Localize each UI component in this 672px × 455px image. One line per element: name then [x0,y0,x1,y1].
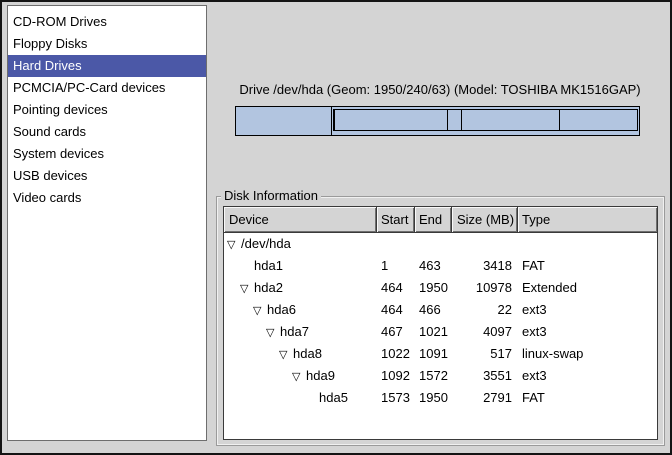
expander-open-icon[interactable]: ▽ [227,234,241,255]
sidebar-item-cd-rom-drives[interactable]: CD-ROM Drives [8,11,206,33]
sidebar-item-pcmcia-pc-card-devices[interactable]: PCMCIA/PC-Card devices [8,77,206,99]
sidebar-item-floppy-disks[interactable]: Floppy Disks [8,33,206,55]
partition-segment-hda1 [236,107,332,135]
start-value: 1022 [377,343,415,365]
device-name: /dev/hda [241,236,291,251]
partition-segment-hda8 [448,110,462,130]
partition-segment-hda2 [332,107,639,135]
type-value: linux-swap [518,343,657,365]
hardware-browser-window: CD-ROM DrivesFloppy DisksHard DrivesPCMC… [0,0,672,455]
type-value: ext3 [518,321,657,343]
expander-open-icon[interactable]: ▽ [266,322,280,343]
end-value: 466 [415,299,452,321]
table-row-hda2[interactable]: ▽hda2 464195010978Extended [224,277,657,299]
sidebar-item-video-cards[interactable]: Video cards [8,187,206,209]
device-name: hda5 [319,390,348,405]
table-row-hda9[interactable]: ▽hda9 109215723551ext3 [224,365,657,387]
size-value: 3418 [452,255,518,277]
sidebar-item-sound-cards[interactable]: Sound cards [8,121,206,143]
sidebar-item-pointing-devices[interactable]: Pointing devices [8,99,206,121]
partition-segment-hda9 [462,110,560,130]
disk-information-label: Disk Information [221,188,321,204]
end-value: 1021 [415,321,452,343]
table-header-row: Device Start End Size (MB) Type [224,207,657,233]
drive-title: Drive /dev/hda (Geom: 1950/240/63) (Mode… [237,82,643,97]
column-header-start[interactable]: Start [377,207,415,232]
size-value: 517 [452,343,518,365]
type-value: FAT [518,387,657,409]
table-row-hda8[interactable]: ▽hda8 10221091517linux-swap [224,343,657,365]
start-value: 464 [377,299,415,321]
partition-segment-hda7 [335,110,448,130]
start-value [377,233,415,255]
start-value: 467 [377,321,415,343]
expander-open-icon[interactable]: ▽ [292,366,306,387]
device-name: hda8 [293,346,322,361]
type-value [518,233,657,255]
size-value: 2791 [452,387,518,409]
end-value: 463 [415,255,452,277]
expander-open-icon[interactable]: ▽ [240,278,254,299]
column-header-end[interactable]: End [415,207,452,232]
start-value: 464 [377,277,415,299]
size-value [452,233,518,255]
table-row-dev-hda[interactable]: ▽/dev/hda [224,233,657,255]
column-header-type[interactable]: Type [518,207,657,232]
type-value: ext3 [518,365,657,387]
end-value: 1572 [415,365,452,387]
size-value: 10978 [452,277,518,299]
end-value: 1950 [415,277,452,299]
size-value: 22 [452,299,518,321]
end-value [415,233,452,255]
sidebar-item-system-devices[interactable]: System devices [8,143,206,165]
sidebar-item-usb-devices[interactable]: USB devices [8,165,206,187]
device-name: hda7 [280,324,309,339]
table-row-hda7[interactable]: ▽hda7 46710214097ext3 [224,321,657,343]
disk-information-groupbox: Disk Information Device Start End Size (… [216,196,665,446]
type-value: FAT [518,255,657,277]
expander-open-icon[interactable]: ▽ [279,344,293,365]
column-header-size[interactable]: Size (MB) [452,207,518,232]
device-category-list[interactable]: CD-ROM DrivesFloppy DisksHard DrivesPCMC… [7,5,207,441]
partition-segment-hda5 [560,110,637,130]
table-row-hda6[interactable]: ▽hda6 46446622ext3 [224,299,657,321]
start-value: 1573 [377,387,415,409]
end-value: 1950 [415,387,452,409]
table-row-hda1[interactable]: hda1 14633418FAT [224,255,657,277]
table-row-hda5[interactable]: hda5 157319502791FAT [224,387,657,409]
type-value: Extended [518,277,657,299]
device-name: hda6 [267,302,296,317]
start-value: 1 [377,255,415,277]
disk-information-table: Device Start End Size (MB) Type ▽/dev/hd… [223,206,658,440]
table-body: ▽/dev/hdahda114633418FAT▽hda246419501097… [224,233,657,409]
type-value: ext3 [518,299,657,321]
column-header-device[interactable]: Device [224,207,377,232]
device-name: hda2 [254,280,283,295]
device-name: hda1 [254,258,283,273]
sidebar-item-hard-drives[interactable]: Hard Drives [8,55,206,77]
expander-open-icon[interactable]: ▽ [253,300,267,321]
partition-bar [235,106,640,136]
device-name: hda9 [306,368,335,383]
start-value: 1092 [377,365,415,387]
end-value: 1091 [415,343,452,365]
size-value: 3551 [452,365,518,387]
extended-partition-area [333,109,638,131]
size-value: 4097 [452,321,518,343]
